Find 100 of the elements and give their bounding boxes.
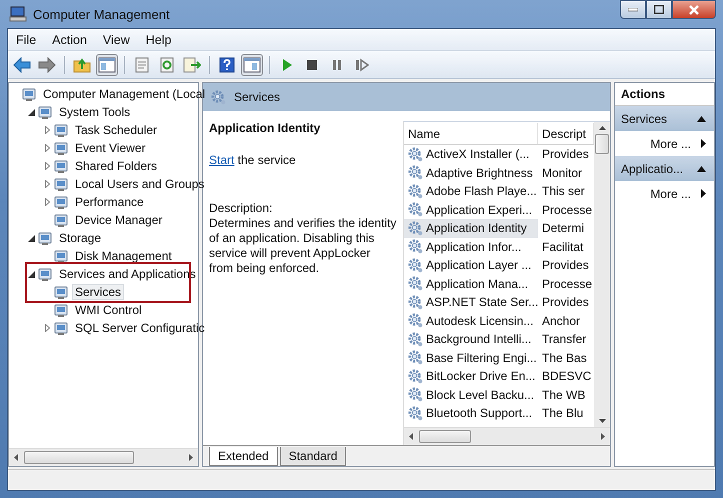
more-actions-link[interactable]: More ...: [615, 181, 714, 206]
service-row[interactable]: BitLocker Drive En...: [404, 367, 538, 386]
menu-item[interactable]: Help: [138, 32, 180, 46]
close-button[interactable]: [672, 0, 716, 19]
expand-arrow-icon[interactable]: [45, 180, 50, 188]
service-row[interactable]: Adobe Flash Playe...: [404, 182, 538, 200]
scroll-thumb[interactable]: [24, 451, 134, 464]
node-icon: [54, 320, 70, 336]
expand-arrow-icon[interactable]: [45, 324, 50, 332]
tree-item[interactable]: Computer Management (Local: [40, 86, 208, 102]
view-tab[interactable]: Extended: [209, 447, 278, 466]
service-row[interactable]: Application Layer ...: [404, 256, 538, 274]
pause-icon[interactable]: [331, 58, 343, 72]
table-cell-text: Anchor: [541, 314, 582, 328]
tree-item[interactable]: Services: [72, 284, 124, 300]
scroll-down-icon[interactable]: [598, 419, 606, 423]
node-icon: [54, 284, 70, 300]
expand-arrow-icon[interactable]: [45, 198, 50, 206]
computer-icon: [9, 6, 27, 22]
node-icon: [54, 248, 70, 264]
gear-icon: [408, 368, 423, 384]
menu-item[interactable]: Action: [44, 32, 95, 46]
tree-item[interactable]: Event Viewer: [72, 140, 148, 156]
tree-item[interactable]: Device Manager: [72, 212, 166, 228]
service-row[interactable]: Application Infor...: [404, 238, 538, 256]
tree-item[interactable]: System Tools: [56, 104, 134, 120]
scroll-thumb[interactable]: [595, 134, 609, 154]
menu-item[interactable]: View: [94, 32, 138, 46]
service-row[interactable]: Base Filtering Engi...: [404, 348, 538, 367]
scroll-thumb[interactable]: [419, 430, 471, 443]
gear-icon: [408, 146, 423, 162]
expand-arrow-icon[interactable]: [45, 126, 50, 134]
tree-item[interactable]: WMI Control: [72, 302, 145, 318]
table-cell-text: Provides: [541, 295, 590, 310]
window-title: Computer Management: [33, 6, 170, 22]
scroll-right-icon[interactable]: [189, 454, 193, 461]
minimize-icon: [628, 8, 638, 12]
service-row[interactable]: Application Mana...: [404, 274, 538, 293]
gear-icon: [408, 276, 423, 292]
stop-icon[interactable]: [306, 58, 318, 72]
table-cell-text: Processe: [541, 202, 594, 217]
gear-icon: [408, 202, 423, 218]
scroll-up-icon[interactable]: [598, 126, 606, 130]
service-row[interactable]: Bluetooth Support...: [404, 404, 538, 422]
service-row[interactable]: Application Experi...: [404, 200, 538, 219]
collapse-arrow-icon[interactable]: [28, 234, 35, 242]
more-actions-link[interactable]: More ...: [615, 131, 714, 156]
play-icon[interactable]: [281, 58, 293, 72]
view-tab[interactable]: Standard: [280, 447, 346, 466]
node-icon: [54, 122, 70, 138]
start-link[interactable]: Start: [209, 153, 234, 167]
table-cell-text: The Bas: [541, 350, 588, 365]
expand-arrow-icon[interactable]: [45, 144, 50, 152]
resume-icon[interactable]: [355, 58, 369, 72]
gear-icon: [211, 90, 226, 104]
tree-item[interactable]: Shared Folders: [72, 158, 160, 174]
table-cell-text: Facilitat: [541, 240, 584, 254]
menu-item[interactable]: File: [8, 32, 44, 46]
minimize-button[interactable]: [620, 0, 646, 19]
tree-item[interactable]: Task Scheduler: [72, 122, 160, 138]
tree-item[interactable]: Storage: [56, 230, 104, 246]
close-icon: [688, 4, 700, 14]
column-header[interactable]: Name: [404, 123, 538, 144]
service-row[interactable]: Autodesk Licensin...: [404, 312, 538, 330]
gear-icon: [408, 165, 423, 180]
service-row[interactable]: Adaptive Brightness: [404, 164, 538, 182]
horizontal-scrollbar[interactable]: [9, 448, 198, 466]
table-cell-text: This ser: [541, 184, 586, 198]
tree-item[interactable]: Performance: [72, 194, 147, 210]
description-text: Determines and verifies the identity of an application. Disabling this service will prevent AppLocker from being enforced.: [209, 216, 397, 276]
collapse-arrow-icon[interactable]: [28, 108, 35, 116]
node-icon: [54, 176, 70, 192]
tree-item[interactable]: Local Users and Groups: [72, 176, 208, 192]
service-row[interactable]: Application Identity: [404, 219, 538, 238]
gear-icon: [408, 387, 423, 402]
horizontal-scrollbar[interactable]: [404, 427, 610, 445]
action-section-header[interactable]: Services: [615, 106, 714, 131]
gear-icon: [408, 184, 423, 199]
description-label: Description:: [209, 201, 274, 216]
expand-arrow-icon[interactable]: [45, 162, 50, 170]
gear-icon: [408, 294, 423, 310]
service-row[interactable]: ActiveX Installer (...: [404, 145, 538, 164]
maximize-button[interactable]: [646, 0, 672, 19]
gear-icon: [408, 350, 423, 366]
vertical-scrollbar[interactable]: [594, 122, 610, 427]
scroll-left-icon[interactable]: [409, 433, 413, 440]
scroll-left-icon[interactable]: [14, 454, 18, 461]
service-row[interactable]: Background Intelli...: [404, 330, 538, 348]
collapse-arrow-icon[interactable]: [697, 166, 706, 172]
collapse-arrow-icon[interactable]: [28, 270, 35, 278]
service-row[interactable]: ASP.NET State Ser...: [404, 293, 538, 312]
node-icon: [38, 266, 54, 282]
collapse-arrow-icon[interactable]: [697, 116, 706, 122]
service-title: Application Identity: [209, 121, 322, 135]
service-row[interactable]: Block Level Backu...: [404, 386, 538, 404]
tree-item[interactable]: SQL Server Configuratic: [72, 320, 208, 336]
tree-item[interactable]: Disk Management: [72, 248, 175, 264]
action-section-header[interactable]: Applicatio...: [615, 156, 714, 181]
scroll-right-icon[interactable]: [601, 433, 605, 440]
gear-icon: [408, 258, 423, 273]
